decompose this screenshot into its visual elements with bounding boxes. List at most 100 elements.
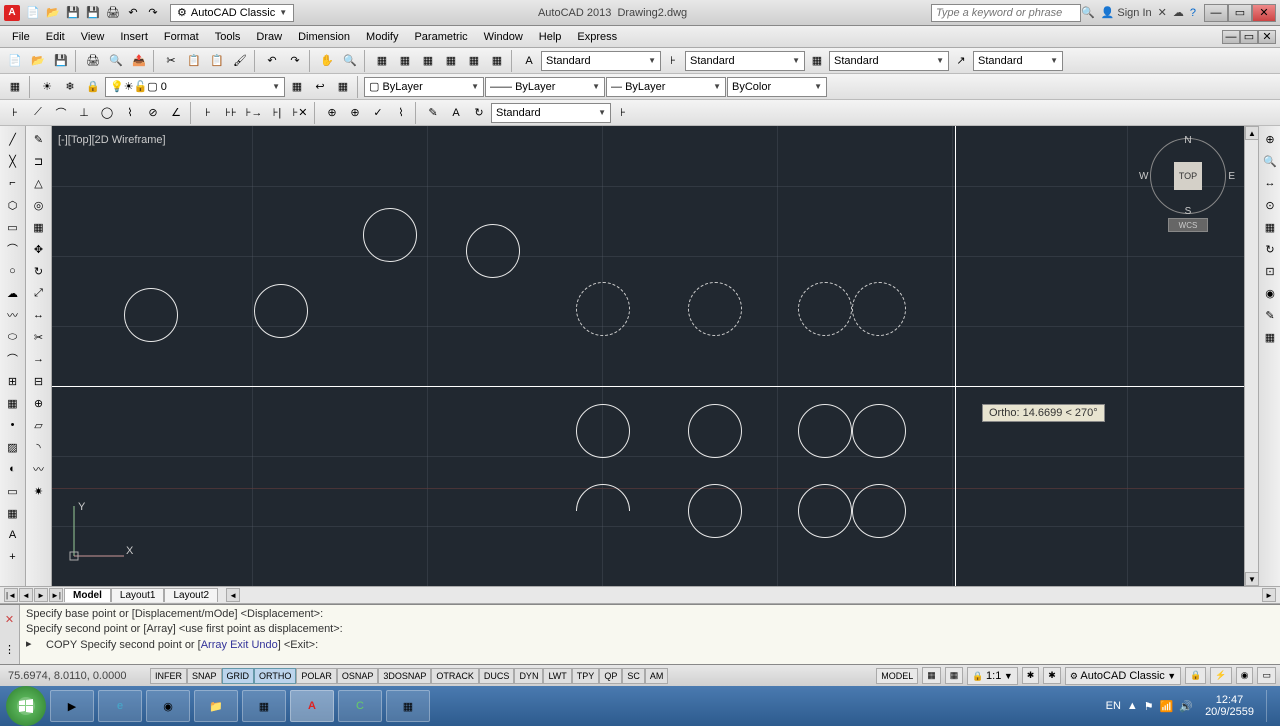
preview-button[interactable]: 🔍 (105, 50, 127, 72)
doc-restore-button[interactable]: ▭ (1240, 30, 1258, 44)
tab-layout1[interactable]: Layout1 (111, 588, 165, 602)
dim-diameter-button[interactable]: ⊘ (142, 102, 164, 124)
toggle-otrack[interactable]: OTRACK (431, 668, 479, 684)
layer-prev-button[interactable]: ↩ (309, 76, 331, 98)
scrollbar-horizontal[interactable]: ◄ ► (226, 588, 1276, 602)
toolbar-lock-icon[interactable]: 🔒 (1185, 667, 1206, 684)
circle[interactable] (688, 404, 742, 458)
new-button[interactable]: 📄 (4, 50, 26, 72)
lineweight-combo[interactable]: — ByLayer▼ (606, 77, 726, 97)
scale-button[interactable]: ⤢ (28, 283, 50, 303)
drawing-canvas[interactable]: [-][Top][2D Wireframe] Ortho: 14.6699 < … (52, 126, 1258, 586)
xline-button[interactable]: ╳ (2, 151, 24, 171)
explode-button[interactable]: ✷ (28, 481, 50, 501)
scroll-right-icon[interactable]: ► (1262, 588, 1276, 602)
tray-clock[interactable]: 12:4720/9/2559 (1199, 694, 1260, 718)
point-button[interactable]: • (2, 415, 24, 435)
pline-button[interactable]: ⌐ (2, 173, 24, 193)
viewcube[interactable]: NSEW TOP WCS (1148, 138, 1228, 238)
table-style-combo[interactable]: Standard▼ (829, 51, 949, 71)
break-button[interactable]: ⊟ (28, 371, 50, 391)
close-button[interactable]: ✕ (1252, 4, 1276, 22)
redo-icon[interactable]: ↷ (144, 4, 162, 22)
circle-selected[interactable] (798, 282, 852, 336)
circle[interactable] (798, 484, 852, 538)
gradient-button[interactable]: ◐ (2, 459, 24, 479)
nav10-button[interactable]: ▦ (1259, 327, 1280, 347)
erase-button[interactable]: ✎ (28, 129, 50, 149)
menu-edit[interactable]: Edit (38, 28, 73, 46)
dim-style-button[interactable]: ⊦ (612, 102, 634, 124)
toggle-sc[interactable]: SC (622, 668, 645, 684)
mleaderstyle-icon[interactable]: ↗ (950, 50, 972, 72)
nav-button[interactable]: ⊕ (1259, 129, 1280, 149)
move-button[interactable]: ✥ (28, 239, 50, 259)
text-style-combo[interactable]: Standard▼ (541, 51, 661, 71)
textstyle-icon[interactable]: A (518, 50, 540, 72)
nav8-button[interactable]: ◉ (1259, 283, 1280, 303)
circle[interactable] (852, 404, 906, 458)
plot-icon[interactable]: 🖨 (104, 4, 122, 22)
stretch-button[interactable]: ↔ (28, 305, 50, 325)
menu-file[interactable]: File (4, 28, 38, 46)
tablestyle-icon[interactable]: ▦ (806, 50, 828, 72)
rotate-button[interactable]: ↻ (28, 261, 50, 281)
circle[interactable] (466, 224, 520, 278)
hardware-accel-icon[interactable]: ⚡ (1210, 667, 1231, 684)
sync-icon[interactable]: ☁ (1173, 6, 1184, 19)
paste-button[interactable]: 📋 (206, 50, 228, 72)
properties-button[interactable]: ▦ (371, 50, 393, 72)
dim-break-button[interactable]: ⊦✕ (289, 102, 311, 124)
circle-selected[interactable] (688, 282, 742, 336)
tray-up-icon[interactable]: ▲ (1127, 700, 1138, 712)
menu-parametric[interactable]: Parametric (406, 28, 475, 46)
scroll-down-icon[interactable]: ▼ (1245, 572, 1258, 586)
dim-tedit-button[interactable]: A (445, 102, 467, 124)
dimstyle-icon[interactable]: ⊦ (662, 50, 684, 72)
color-combo[interactable]: ▢ ByLayer▼ (364, 77, 484, 97)
cmd-close-icon[interactable]: ✕ (5, 613, 14, 626)
pan-button[interactable]: ✋ (316, 50, 338, 72)
nav9-button[interactable]: ✎ (1259, 305, 1280, 325)
tab-nav-last[interactable]: ►| (49, 588, 63, 602)
dim-edit-button[interactable]: ✎ (422, 102, 444, 124)
table-button[interactable]: ▦ (2, 503, 24, 523)
menu-window[interactable]: Window (476, 28, 531, 46)
undo-icon[interactable]: ↶ (124, 4, 142, 22)
nav2-button[interactable]: 🔍 (1259, 151, 1280, 171)
markup-button[interactable]: ▦ (463, 50, 485, 72)
region-button[interactable]: ▭ (2, 481, 24, 501)
chamfer-button[interactable]: ▱ (28, 415, 50, 435)
scroll-left-icon[interactable]: ◄ (226, 588, 240, 602)
offset-button[interactable]: ◎ (28, 195, 50, 215)
cmd-input-line[interactable]: ▸ COPY Specify second point or [ Array E… (26, 637, 1274, 653)
scrollbar-vertical[interactable]: ▲ ▼ (1244, 126, 1258, 586)
layer-iso-button[interactable]: ▦ (332, 76, 354, 98)
circle[interactable] (852, 484, 906, 538)
workspace-combo[interactable]: ⚙ AutoCAD Classic ▼ (1065, 667, 1181, 685)
wcs-button[interactable]: WCS (1168, 218, 1208, 232)
coordinates-display[interactable]: 75.6974, 8.0110, 0.0000 (0, 670, 150, 682)
toggle-ortho[interactable]: ORTHO (254, 668, 296, 684)
nav7-button[interactable]: ⊡ (1259, 261, 1280, 281)
toggle-qp[interactable]: QP (599, 668, 622, 684)
search-icon[interactable]: 🔍 (1081, 6, 1095, 19)
dim-ordinate-button[interactable]: ⊥ (73, 102, 95, 124)
menu-format[interactable]: Format (156, 28, 207, 46)
circle[interactable] (688, 484, 742, 538)
save-button[interactable]: 💾 (50, 50, 72, 72)
viewcube-face-top[interactable]: TOP (1174, 162, 1202, 190)
clean-screen-icon[interactable]: ▭ (1257, 667, 1276, 684)
arc-button[interactable]: ⌒ (2, 239, 24, 259)
layer-states-button[interactable]: ☀ (36, 76, 58, 98)
dim-linear-button[interactable]: ⊦ (4, 102, 26, 124)
mtext-button[interactable]: A (2, 525, 24, 545)
block-button[interactable]: ▦ (2, 393, 24, 413)
tab-nav-prev[interactable]: ◄ (19, 588, 33, 602)
qc-button[interactable]: ▦ (486, 50, 508, 72)
layer-lock-button[interactable]: 🔒 (82, 76, 104, 98)
addselected-button[interactable]: + (2, 547, 24, 567)
blend-button[interactable]: 〰 (28, 459, 50, 479)
toggle-dyn[interactable]: DYN (514, 668, 543, 684)
copy2-button[interactable]: ⊐ (28, 151, 50, 171)
